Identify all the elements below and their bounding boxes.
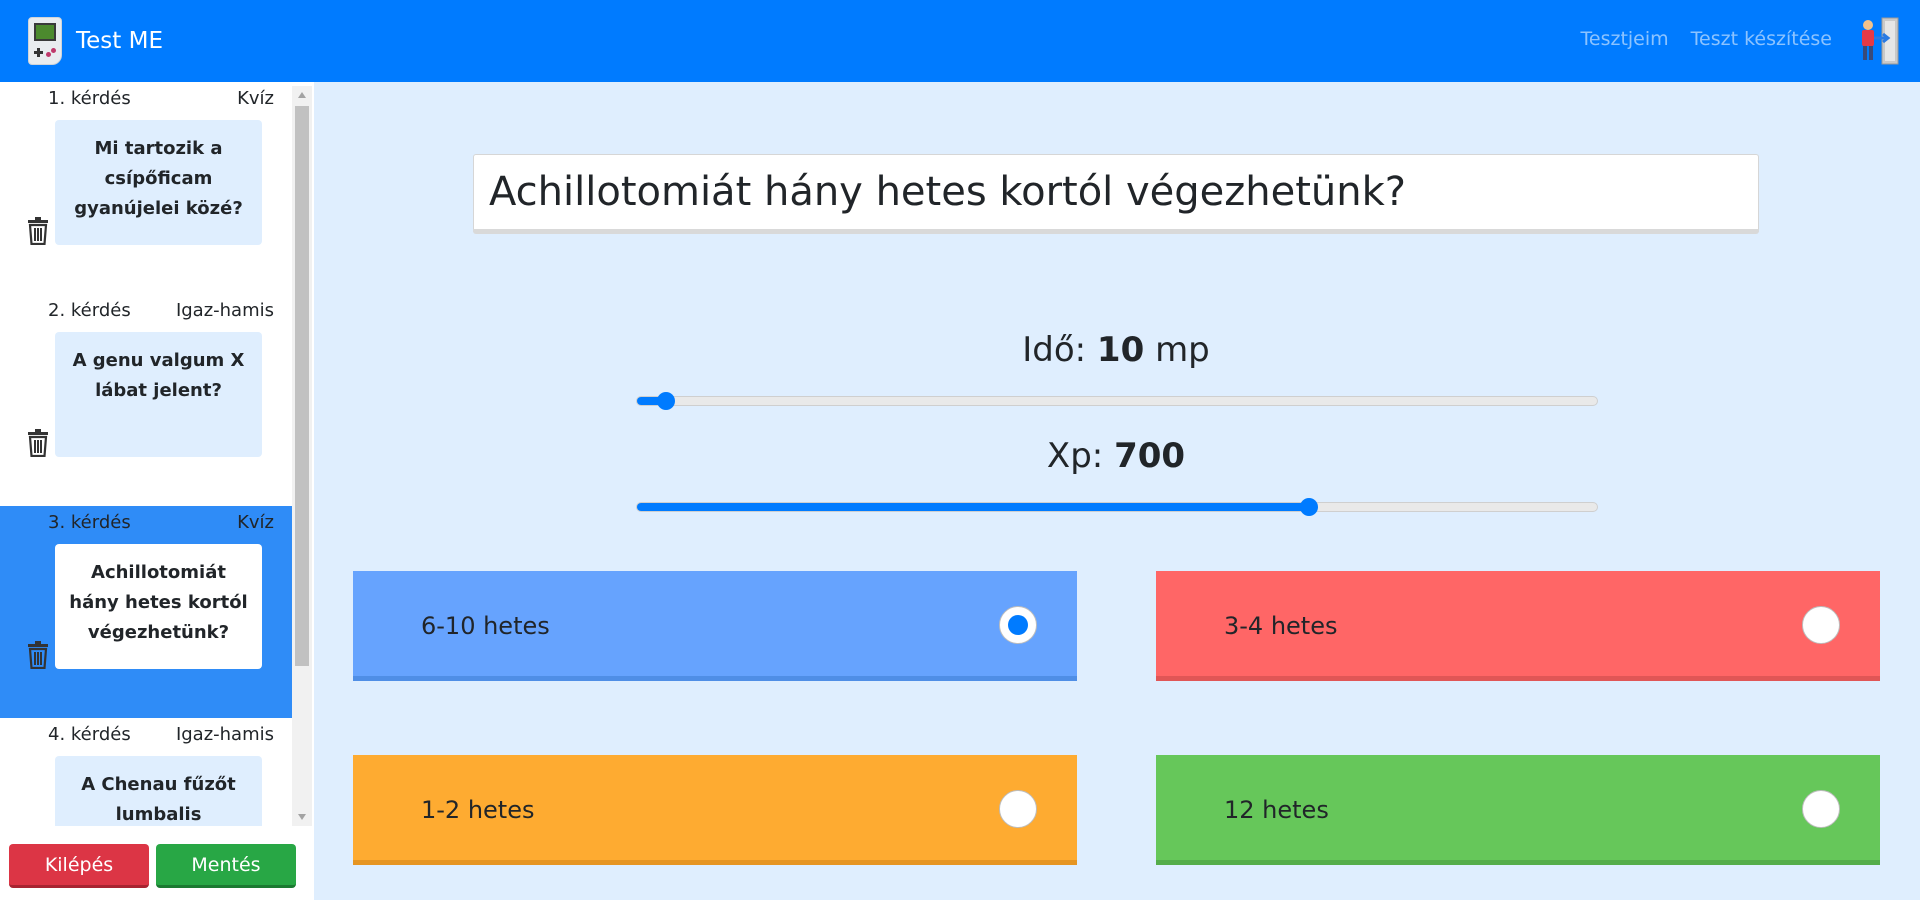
question-type: Igaz-hamis xyxy=(175,724,274,745)
scroll-down-icon[interactable] xyxy=(298,814,306,820)
answer-option-3[interactable]: 1-2 hetes xyxy=(353,755,1077,865)
question-type: Kvíz xyxy=(237,88,274,109)
time-slider[interactable] xyxy=(636,392,1598,410)
question-item-1[interactable]: 1. kérdés Kvíz Mi tartozik a csípőficam … xyxy=(0,82,292,294)
nav-links: Tesztjeim Teszt készítése xyxy=(1581,28,1832,50)
question-item-3[interactable]: 3. kérdés Kvíz Achillotomiát hány hetes … xyxy=(0,506,292,718)
question-type: Kvíz xyxy=(237,512,274,533)
scroll-up-icon[interactable] xyxy=(298,92,306,98)
question-type: Igaz-hamis xyxy=(175,300,274,321)
trash-icon[interactable] xyxy=(26,429,50,457)
question-preview: Achillotomiát hány hetes kortól végezhet… xyxy=(55,544,262,669)
top-navbar: Test ME Tesztjeim Teszt készítése xyxy=(0,0,1920,82)
question-item-4[interactable]: 4. kérdés Igaz-hamis A Chenau fűzőt lumb… xyxy=(0,718,292,826)
answer-radio[interactable] xyxy=(1802,606,1840,644)
save-button[interactable]: Mentés xyxy=(156,844,296,888)
nav-link-create-test[interactable]: Teszt készítése xyxy=(1691,28,1832,50)
exit-button[interactable]: Kilépés xyxy=(9,844,149,888)
xp-slider-fill xyxy=(637,503,1309,511)
time-unit: mp xyxy=(1155,330,1210,370)
question-preview: A Chenau fűzőt lumbalis xyxy=(55,756,262,826)
brand[interactable]: Test ME xyxy=(28,17,163,65)
xp-slider[interactable] xyxy=(636,498,1598,516)
question-number: 1. kérdés xyxy=(48,88,131,109)
xp-label: Xp: 700 xyxy=(626,436,1606,476)
scrollbar-thumb[interactable] xyxy=(295,106,309,666)
sidebar-footer: Kilépés Mentés xyxy=(0,842,314,900)
time-label: Idő: 10 mp xyxy=(626,330,1606,370)
question-number: 4. kérdés xyxy=(48,724,131,745)
nav-link-my-tests[interactable]: Tesztjeim xyxy=(1581,28,1669,50)
time-value: 10 xyxy=(1096,330,1145,370)
time-label-text: Idő: xyxy=(1022,330,1087,370)
answer-text[interactable]: 1-2 hetes xyxy=(421,755,534,865)
logout-door-icon[interactable] xyxy=(1852,16,1902,66)
question-input[interactable]: Achillotomiát hány hetes kortól végezhet… xyxy=(473,154,1759,234)
time-slider-thumb[interactable] xyxy=(656,392,675,410)
question-preview: Mi tartozik a csípőficam gyanújelei közé… xyxy=(55,120,262,245)
xp-label-text: Xp: xyxy=(1046,436,1104,476)
trash-icon[interactable] xyxy=(26,217,50,245)
answer-option-1[interactable]: 6-10 hetes xyxy=(353,571,1077,681)
answer-text[interactable]: 6-10 hetes xyxy=(421,571,550,681)
question-list: 1. kérdés Kvíz Mi tartozik a csípőficam … xyxy=(0,82,292,826)
answer-radio[interactable] xyxy=(999,606,1037,644)
app-title: Test ME xyxy=(76,28,163,54)
question-item-2[interactable]: 2. kérdés Igaz-hamis A genu valgum X láb… xyxy=(0,294,292,506)
question-sidebar: 1. kérdés Kvíz Mi tartozik a csípőficam … xyxy=(0,82,314,900)
question-number: 2. kérdés xyxy=(48,300,131,321)
question-number: 3. kérdés xyxy=(48,512,131,533)
answer-radio[interactable] xyxy=(999,790,1037,828)
trash-icon[interactable] xyxy=(26,641,50,669)
question-preview: A genu valgum X lábat jelent? xyxy=(55,332,262,457)
answer-radio[interactable] xyxy=(1802,790,1840,828)
answer-option-4[interactable]: 12 hetes xyxy=(1156,755,1880,865)
xp-value: 700 xyxy=(1114,436,1186,476)
gameboy-logo-icon xyxy=(28,17,62,65)
xp-slider-thumb[interactable] xyxy=(1300,498,1318,516)
sidebar-scrollbar[interactable] xyxy=(292,86,312,826)
answer-text[interactable]: 3-4 hetes xyxy=(1224,571,1337,681)
answer-option-2[interactable]: 3-4 hetes xyxy=(1156,571,1880,681)
answer-text[interactable]: 12 hetes xyxy=(1224,755,1329,865)
